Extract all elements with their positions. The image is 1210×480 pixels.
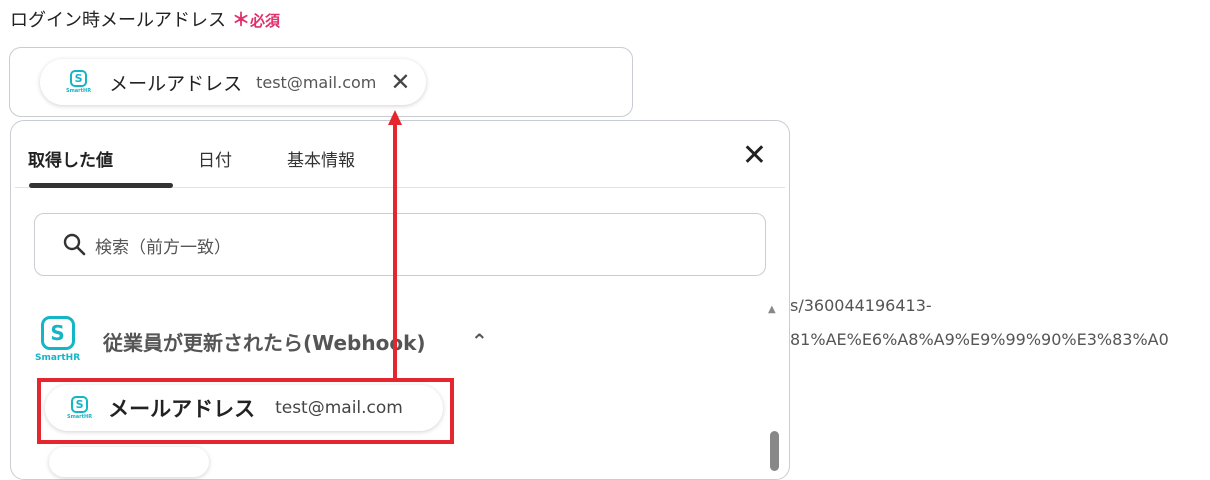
group-logo-text: SmartHR [35,353,81,363]
chip-value: test@mail.com [256,72,377,92]
active-tab-indicator [29,183,173,188]
scrollbar-thumb[interactable] [770,431,779,471]
search-icon [63,233,86,256]
remove-chip-icon[interactable]: ✕ [390,70,410,94]
search-placeholder: 検索（前方一致） [95,238,231,258]
selected-value-chip[interactable]: S SmartHR メールアドレス test@mail.com ✕ [40,59,427,105]
highlight-box [37,378,454,444]
tab-date[interactable]: 日付 [198,146,232,171]
tab-obtained-values[interactable]: 取得した値 [28,146,113,171]
trigger-group-title[interactable]: 従業員が更新されたら(Webhook) [103,327,426,356]
smarthr-group-logo-icon: S SmartHR [35,316,80,363]
tab-basic-info[interactable]: 基本情報 [287,146,355,171]
required-star: ＊ [232,10,250,31]
chip-name: メールアドレス [109,72,243,95]
chevron-up-icon[interactable]: ⌃ [471,329,488,353]
list-item-partial[interactable] [49,447,209,477]
smarthr-logo-text: SmartHR [66,88,92,94]
field-label-text: ログイン時メールアドレス [10,10,226,31]
scroll-up-arrow-icon[interactable]: ▲ [768,304,776,315]
background-url-text-1: s/360044196413- [790,296,932,315]
smarthr-logo-icon: S SmartHR [66,70,92,94]
search-input[interactable]: 検索（前方一致） [34,213,766,276]
close-icon[interactable]: ✕ [742,141,767,171]
field-label: ログイン時メールアドレス ＊必須 [10,6,280,32]
required-badge: 必須 [250,12,281,30]
background-url-text-2: 81%AE%E6%A8%A9%E9%99%90%E3%83%A0 [790,330,1169,349]
annotation-arrow-line [393,124,397,380]
annotation-arrow-head-icon [388,110,402,125]
